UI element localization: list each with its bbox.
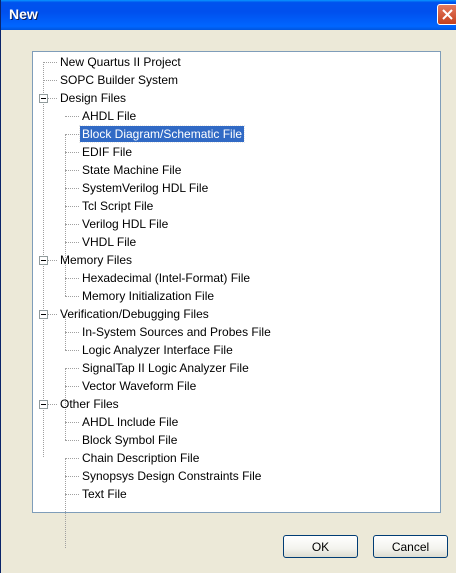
design-files-line bbox=[65, 134, 66, 296]
tree-item-memory-initialization-file[interactable]: Memory Initialization File bbox=[80, 288, 216, 304]
tree-item-edif-file[interactable]: EDIF File bbox=[80, 144, 134, 160]
tree-item-ahdl-include-file[interactable]: AHDL Include File bbox=[80, 414, 180, 430]
tree-group-design-files[interactable]: Design Files bbox=[58, 90, 128, 106]
tree-item-signaltap-ii-logic-analyzer-file[interactable]: SignalTap II Logic Analyzer File bbox=[80, 360, 251, 376]
tree-group-other-files[interactable]: Other Files bbox=[58, 396, 121, 412]
tree-group-verification-debugging-files[interactable]: Verification/Debugging Files bbox=[58, 306, 211, 322]
collapse-other-files-icon[interactable] bbox=[39, 400, 48, 409]
tree-item-state-machine-file[interactable]: State Machine File bbox=[80, 162, 183, 178]
cancel-button[interactable]: Cancel bbox=[373, 535, 448, 558]
close-icon bbox=[442, 9, 453, 20]
tree-item-synopsys-design-constraints-file[interactable]: Synopsys Design Constraints File bbox=[80, 468, 263, 484]
dialog-title: New bbox=[9, 6, 38, 22]
tree-item-sopc-builder-system[interactable]: SOPC Builder System bbox=[58, 72, 180, 88]
tree-item-in-system-sources-and-probes-file[interactable]: In-System Sources and Probes File bbox=[80, 324, 273, 340]
tree-item-vhdl-file[interactable]: VHDL File bbox=[80, 234, 138, 250]
new-dialog: New New Quartus II Project SOPC Builder … bbox=[0, 0, 456, 573]
tree-item-systemverilog-hdl-file[interactable]: SystemVerilog HDL File bbox=[80, 180, 210, 196]
tree-item-vector-waveform-file[interactable]: Vector Waveform File bbox=[80, 378, 198, 394]
tree-item-logic-analyzer-interface-file[interactable]: Logic Analyzer Interface File bbox=[80, 342, 235, 358]
tree-item-block-symbol-file[interactable]: Block Symbol File bbox=[80, 432, 179, 448]
tree-item-new-quartus-ii-project[interactable]: New Quartus II Project bbox=[58, 54, 183, 70]
collapse-verification-files-icon[interactable] bbox=[39, 310, 48, 319]
tree-group-memory-files[interactable]: Memory Files bbox=[58, 252, 134, 268]
tree-item-chain-description-file[interactable]: Chain Description File bbox=[80, 450, 201, 466]
collapse-design-files-icon[interactable] bbox=[39, 94, 48, 103]
tree-item-hexadecimal-file[interactable]: Hexadecimal (Intel-Format) File bbox=[80, 270, 252, 286]
other-files-line bbox=[65, 458, 66, 548]
close-button[interactable] bbox=[437, 4, 456, 25]
tree-item-verilog-hdl-file[interactable]: Verilog HDL File bbox=[80, 216, 170, 232]
file-type-tree[interactable]: New Quartus II Project SOPC Builder Syst… bbox=[32, 51, 441, 548]
tree-item-text-file[interactable]: Text File bbox=[80, 486, 129, 502]
collapse-memory-files-icon[interactable] bbox=[39, 256, 48, 265]
tree-item-ahdl-file[interactable]: AHDL File bbox=[80, 108, 138, 124]
ok-button[interactable]: OK bbox=[283, 535, 358, 558]
tree-item-tcl-script-file[interactable]: Tcl Script File bbox=[80, 198, 155, 214]
title-bar[interactable]: New bbox=[1, 0, 456, 30]
tree-item-block-diagram-schematic-file[interactable]: Block Diagram/Schematic File bbox=[78, 125, 246, 143]
